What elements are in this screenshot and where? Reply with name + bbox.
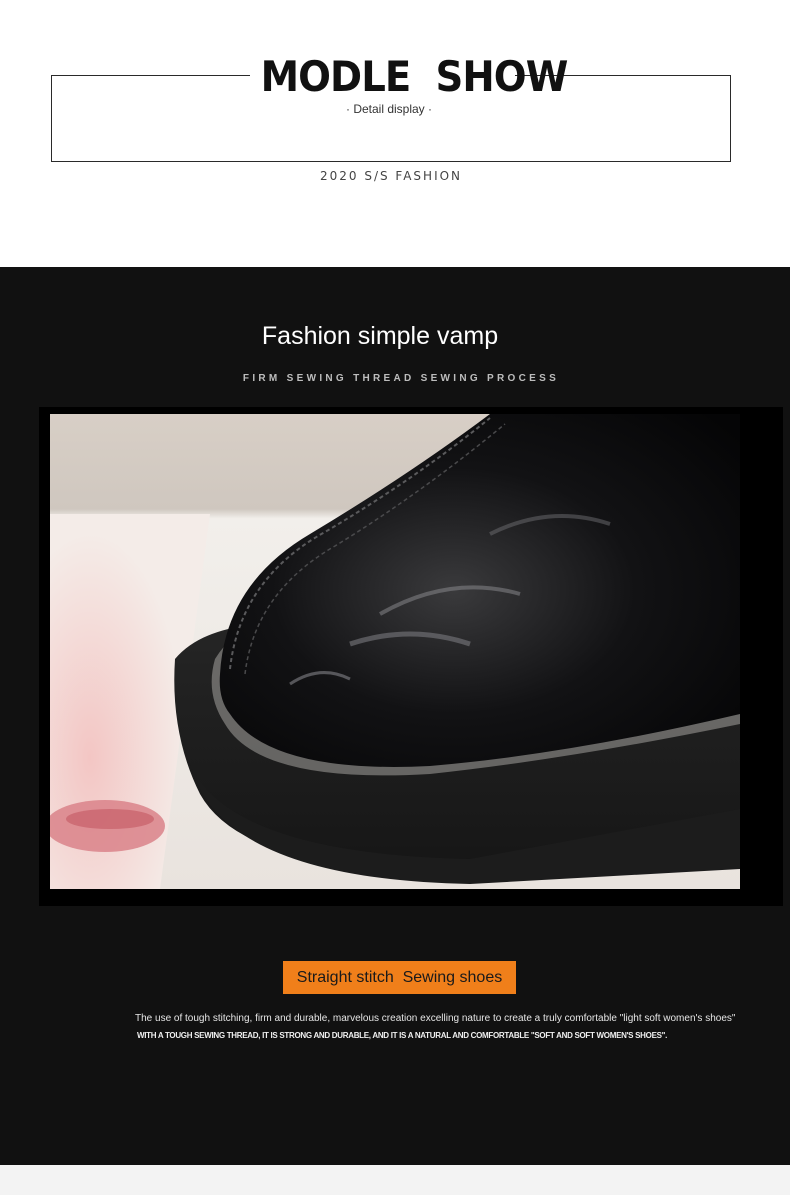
feature-description-caps: WITH A TOUGH SEWING THREAD, IT IS STRONG…	[137, 1031, 668, 1040]
page-title: MODLE SHOW	[260, 52, 569, 101]
page-subtitle: · Detail display ·	[345, 102, 433, 116]
feature-description: The use of tough stitching, firm and dur…	[135, 1013, 736, 1024]
feature-heading: Fashion simple vamp	[261, 322, 499, 350]
shoe-toe-illustration	[50, 414, 740, 889]
feature-tagline: FIRM SEWING THREAD SEWING PROCESS	[242, 373, 560, 384]
stitch-badge: Straight stitch Sewing shoes	[283, 961, 516, 994]
season-label: 2020 S/S FASHION	[319, 169, 463, 183]
product-photo	[50, 414, 740, 889]
footer-strip	[0, 1165, 790, 1195]
